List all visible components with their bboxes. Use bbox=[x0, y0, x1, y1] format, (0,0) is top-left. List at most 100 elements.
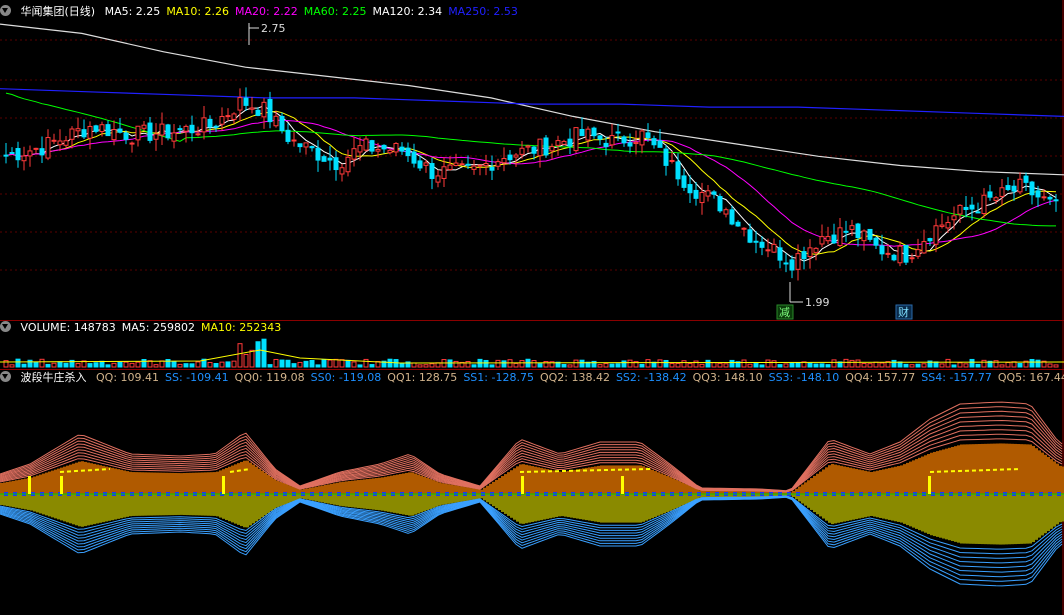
upper-fill bbox=[363, 479, 366, 494]
upper-fill bbox=[405, 472, 408, 494]
upper-fill bbox=[993, 443, 996, 494]
candle-body bbox=[669, 159, 675, 162]
candle-body bbox=[663, 148, 669, 166]
candle-body bbox=[927, 238, 933, 242]
upper-fill bbox=[111, 467, 114, 494]
volume-bar bbox=[663, 359, 669, 368]
candle-body bbox=[813, 247, 819, 253]
candle-body bbox=[273, 115, 279, 127]
lower-fill bbox=[948, 494, 951, 541]
upper-fill bbox=[342, 481, 345, 494]
upper-fill bbox=[279, 481, 282, 494]
stock-title[interactable]: 华闻集团(日线) bbox=[21, 5, 96, 18]
lower-fill bbox=[951, 494, 954, 542]
candle-body bbox=[345, 156, 351, 173]
lower-fill bbox=[324, 494, 327, 504]
volume-bar bbox=[39, 358, 45, 368]
lower-fill bbox=[60, 494, 63, 521]
lower-fill bbox=[975, 494, 978, 544]
volume-bar bbox=[1017, 363, 1023, 368]
upper-fill bbox=[672, 478, 675, 494]
indicator-label-5: SS1: -128.75 bbox=[463, 371, 534, 384]
lower-fill bbox=[21, 494, 24, 509]
candle-body bbox=[921, 241, 927, 254]
lower-fill bbox=[354, 494, 357, 508]
lower-fill bbox=[909, 494, 912, 527]
lower-fill bbox=[126, 494, 129, 517]
panel-toggle-icon[interactable] bbox=[0, 371, 11, 382]
candle-body bbox=[81, 129, 87, 138]
lower-fill bbox=[207, 494, 210, 516]
candle-body bbox=[249, 107, 255, 110]
volume-bar bbox=[729, 359, 735, 368]
candle-body bbox=[891, 254, 897, 261]
panel-toggle-icon[interactable] bbox=[0, 5, 11, 16]
lower-fill bbox=[408, 494, 411, 516]
lower-fill bbox=[351, 494, 354, 508]
volume-legend: VOLUME: 148783 MA5: 259802 MA10: 252343 bbox=[21, 321, 288, 334]
candle-body bbox=[567, 138, 573, 147]
upper-fill bbox=[390, 475, 393, 494]
upper-fill bbox=[645, 467, 648, 494]
lower-fill bbox=[651, 494, 654, 519]
lower-fill bbox=[288, 494, 291, 503]
candle-body bbox=[315, 147, 321, 161]
lower-fill bbox=[18, 494, 21, 509]
lower-fill bbox=[594, 494, 597, 522]
volume-bar bbox=[501, 360, 507, 368]
volume-bar bbox=[45, 363, 51, 368]
volume-bar bbox=[111, 362, 117, 368]
upper-fill bbox=[459, 486, 462, 494]
candle-body bbox=[705, 190, 711, 197]
upper-fill bbox=[495, 479, 498, 494]
volume-bar bbox=[117, 361, 123, 368]
stock-chart-canvas[interactable]: 2.75 1.99 减 财 bbox=[0, 0, 1064, 615]
ma-label-5: MA250: 2.53 bbox=[448, 5, 518, 18]
lower-fill bbox=[825, 494, 828, 521]
upper-fill bbox=[888, 468, 891, 494]
upper-fill bbox=[594, 466, 597, 494]
marker-reduce[interactable]: 减 bbox=[779, 306, 790, 319]
marker-finance[interactable]: 财 bbox=[898, 305, 909, 319]
lower-fill bbox=[945, 494, 948, 540]
upper-fill bbox=[114, 468, 117, 494]
lower-fill bbox=[957, 494, 960, 543]
indicator-label-9: SS3: -148.10 bbox=[768, 371, 840, 384]
candle-body bbox=[1047, 196, 1053, 200]
lower-fill bbox=[120, 494, 123, 519]
volume-bar bbox=[843, 358, 849, 368]
volume-bar bbox=[831, 359, 837, 368]
lower-fill bbox=[513, 494, 516, 520]
candle-body bbox=[969, 204, 975, 210]
volume-bar bbox=[357, 364, 363, 368]
panel-toggle-icon[interactable] bbox=[0, 321, 11, 332]
lower-fill bbox=[468, 494, 471, 501]
candle-body bbox=[477, 164, 483, 167]
indicator-name[interactable]: 波段牛庄杀入 bbox=[21, 371, 87, 384]
indicator-label-2: QQ0: 119.08 bbox=[234, 371, 305, 384]
volume-bar bbox=[513, 362, 519, 368]
upper-fill bbox=[567, 470, 570, 494]
upper-fill bbox=[132, 472, 135, 494]
upper-fill bbox=[213, 472, 216, 494]
upper-fill bbox=[33, 476, 36, 494]
upper-fill bbox=[996, 443, 999, 494]
upper-fill bbox=[156, 472, 159, 494]
lower-fill bbox=[228, 494, 231, 522]
lower-fill bbox=[51, 494, 54, 518]
upper-fill bbox=[48, 471, 51, 494]
upper-fill bbox=[177, 473, 180, 494]
candle-body bbox=[369, 140, 375, 152]
candle-body bbox=[219, 116, 225, 125]
lower-fill bbox=[882, 494, 885, 519]
candle-body bbox=[717, 196, 723, 212]
volume-bar bbox=[135, 361, 141, 368]
lower-fill bbox=[147, 494, 150, 516]
upper-fill bbox=[864, 470, 867, 494]
volume-bar bbox=[297, 361, 303, 368]
ma-label-4: MA120: 2.34 bbox=[372, 5, 443, 18]
volume-bar bbox=[909, 364, 915, 368]
candle-body bbox=[339, 167, 345, 175]
upper-fill bbox=[105, 466, 108, 494]
candle-body bbox=[1035, 190, 1041, 198]
